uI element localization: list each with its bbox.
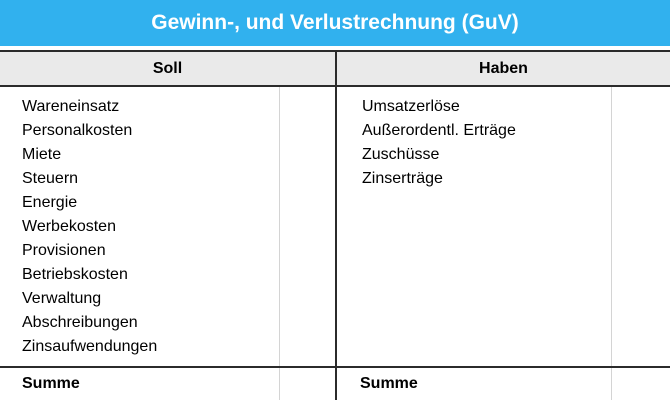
haben-sum-label: Summe	[360, 375, 418, 392]
soll-item: Wareneinsatz	[22, 98, 120, 115]
soll-sum-label: Summe	[22, 375, 80, 392]
soll-item: Steuern	[22, 170, 79, 187]
soll-item: Miete	[22, 146, 62, 163]
column-header-soll: Soll	[152, 59, 183, 77]
soll-item: Personalkosten	[22, 122, 133, 139]
sum-divider	[0, 366, 670, 368]
haben-item: Außerordentl. Erträge	[362, 122, 516, 139]
guv-t-account: Gewinn-, und Verlustrechnung (GuV) Soll …	[0, 0, 670, 400]
soll-item: Werbekosten	[22, 218, 116, 235]
haben-item: Zinserträge	[362, 170, 443, 187]
soll-item: Provisionen	[22, 242, 106, 259]
soll-amount-divider	[279, 87, 280, 400]
soll-item-list: Wareneinsatz Personalkosten Miete Steuer…	[22, 95, 157, 359]
soll-item: Abschreibungen	[22, 314, 138, 331]
haben-amount-divider	[611, 87, 612, 400]
center-divider	[335, 50, 337, 400]
column-header-haben: Haben	[479, 59, 528, 77]
soll-item: Betriebskosten	[22, 266, 128, 283]
page-title: Gewinn-, und Verlustrechnung (GuV)	[151, 11, 519, 34]
haben-item: Zuschüsse	[362, 146, 440, 163]
title-bar: Gewinn-, und Verlustrechnung (GuV)	[0, 0, 670, 46]
soll-item: Energie	[22, 194, 78, 211]
soll-item: Zinsaufwendungen	[22, 338, 158, 355]
haben-item: Umsatzerlöse	[362, 98, 460, 115]
haben-item-list: Umsatzerlöse Außerordentl. Erträge Zusch…	[362, 95, 516, 191]
soll-item: Verwaltung	[22, 290, 102, 307]
